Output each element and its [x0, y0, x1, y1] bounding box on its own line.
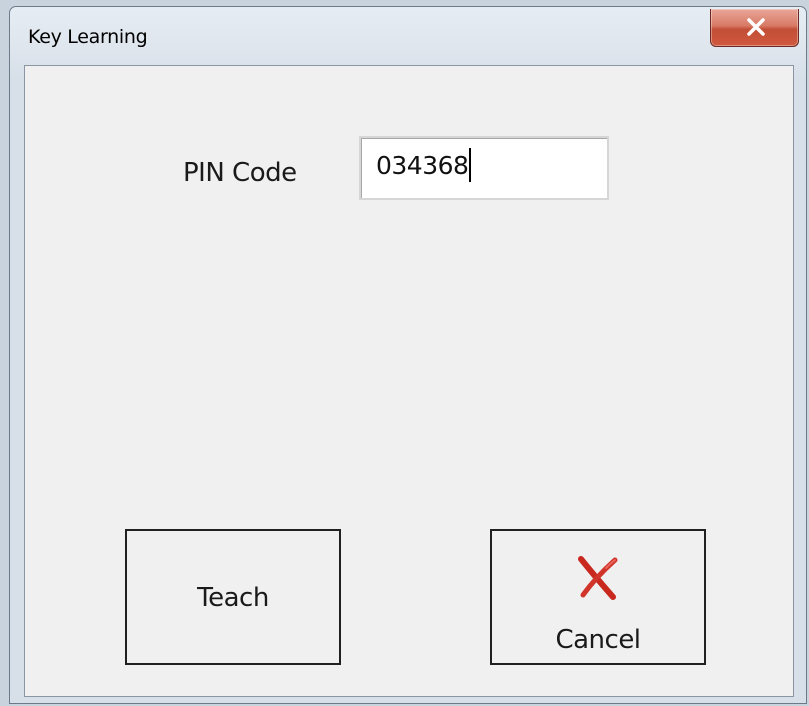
pin-code-input[interactable]: 034368 — [359, 136, 609, 200]
key-learning-dialog: Key Learning PIN Code 034368 Teach Cance… — [9, 6, 807, 704]
teach-button[interactable]: Teach — [125, 529, 341, 665]
text-caret — [469, 148, 472, 182]
pin-code-label: PIN Code — [183, 158, 297, 188]
close-button[interactable] — [710, 9, 799, 47]
cancel-button-label: Cancel — [555, 625, 641, 655]
red-x-icon — [578, 556, 618, 600]
pin-code-value: 034368 — [376, 148, 472, 182]
pin-code-text: 034368 — [376, 151, 469, 180]
teach-button-label: Teach — [197, 583, 269, 613]
dialog-content: PIN Code 034368 Teach Cancel — [24, 65, 794, 697]
window-title: Key Learning — [28, 26, 148, 48]
cancel-button[interactable]: Cancel — [490, 529, 706, 665]
close-icon — [747, 18, 765, 36]
